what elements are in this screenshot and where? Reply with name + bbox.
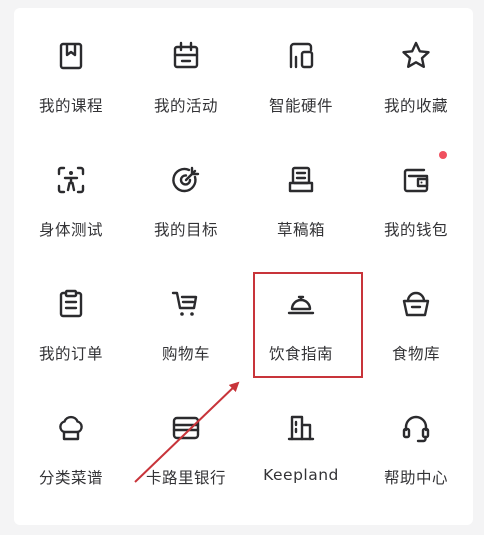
menu-item-label: 饮食指南: [268, 345, 333, 363]
menu-item-smart-hardware[interactable]: 智能硬件: [244, 8, 358, 128]
menu-item-label: 我的活动: [153, 97, 218, 115]
menu-item-my-wallet[interactable]: 我的钱包: [359, 132, 473, 252]
wallet-icon: [398, 162, 434, 198]
menu-item-label: 我的课程: [38, 97, 103, 115]
headset-icon: [398, 410, 434, 446]
menu-item-body-test[interactable]: 身体测试: [14, 132, 128, 252]
food-basket-icon: [398, 286, 434, 322]
menu-item-my-courses[interactable]: 我的课程: [14, 8, 128, 128]
menu-item-label: 我的钱包: [383, 221, 448, 239]
smart-hardware-icon: [283, 38, 319, 74]
food-cloche-icon: [283, 286, 319, 322]
notification-badge: [439, 151, 447, 159]
menu-item-my-orders[interactable]: 我的订单: [14, 256, 128, 376]
menu-item-label: 我的目标: [153, 221, 218, 239]
menu-item-label: 分类菜谱: [38, 469, 103, 487]
menu-item-label: 我的订单: [38, 345, 103, 363]
calendar-activity-icon: [168, 38, 204, 74]
menu-item-label: 我的收藏: [383, 97, 448, 115]
chef-hat-icon: [53, 410, 89, 446]
services-panel: 我的课程 我的活动 智能硬件 我的收藏 身体测试 我的目标 草稿箱 我的钱包 我…: [14, 8, 473, 525]
clipboard-order-icon: [53, 286, 89, 322]
menu-item-keepland[interactable]: Keepland: [244, 380, 358, 500]
menu-item-food-library[interactable]: 食物库: [359, 256, 473, 376]
drafts-printer-icon: [283, 162, 319, 198]
menu-item-help-center[interactable]: 帮助中心: [359, 380, 473, 500]
menu-item-shopping-cart[interactable]: 购物车: [129, 256, 243, 376]
menu-item-my-favorites[interactable]: 我的收藏: [359, 8, 473, 128]
shopping-cart-icon: [168, 286, 204, 322]
menu-item-label: 草稿箱: [276, 221, 325, 239]
bookmark-book-icon: [53, 38, 89, 74]
menu-item-label: 身体测试: [38, 221, 103, 239]
menu-item-recipes[interactable]: 分类菜谱: [14, 380, 128, 500]
menu-item-drafts[interactable]: 草稿箱: [244, 132, 358, 252]
menu-item-diet-guide[interactable]: 饮食指南: [244, 256, 358, 376]
menu-item-my-activities[interactable]: 我的活动: [129, 8, 243, 128]
building-icon: [283, 410, 319, 446]
star-icon: [398, 38, 434, 74]
menu-item-label: 卡路里银行: [145, 469, 226, 487]
menu-item-label: Keepland: [263, 466, 339, 484]
card-bank-icon: [168, 410, 204, 446]
menu-item-label: 食物库: [391, 345, 440, 363]
body-scan-icon: [53, 162, 89, 198]
menu-item-label: 智能硬件: [268, 97, 333, 115]
target-icon: [168, 162, 204, 198]
menu-item-calorie-bank[interactable]: 卡路里银行: [129, 380, 243, 500]
menu-item-my-goals[interactable]: 我的目标: [129, 132, 243, 252]
menu-item-label: 帮助中心: [383, 469, 448, 487]
menu-item-label: 购物车: [161, 345, 210, 363]
